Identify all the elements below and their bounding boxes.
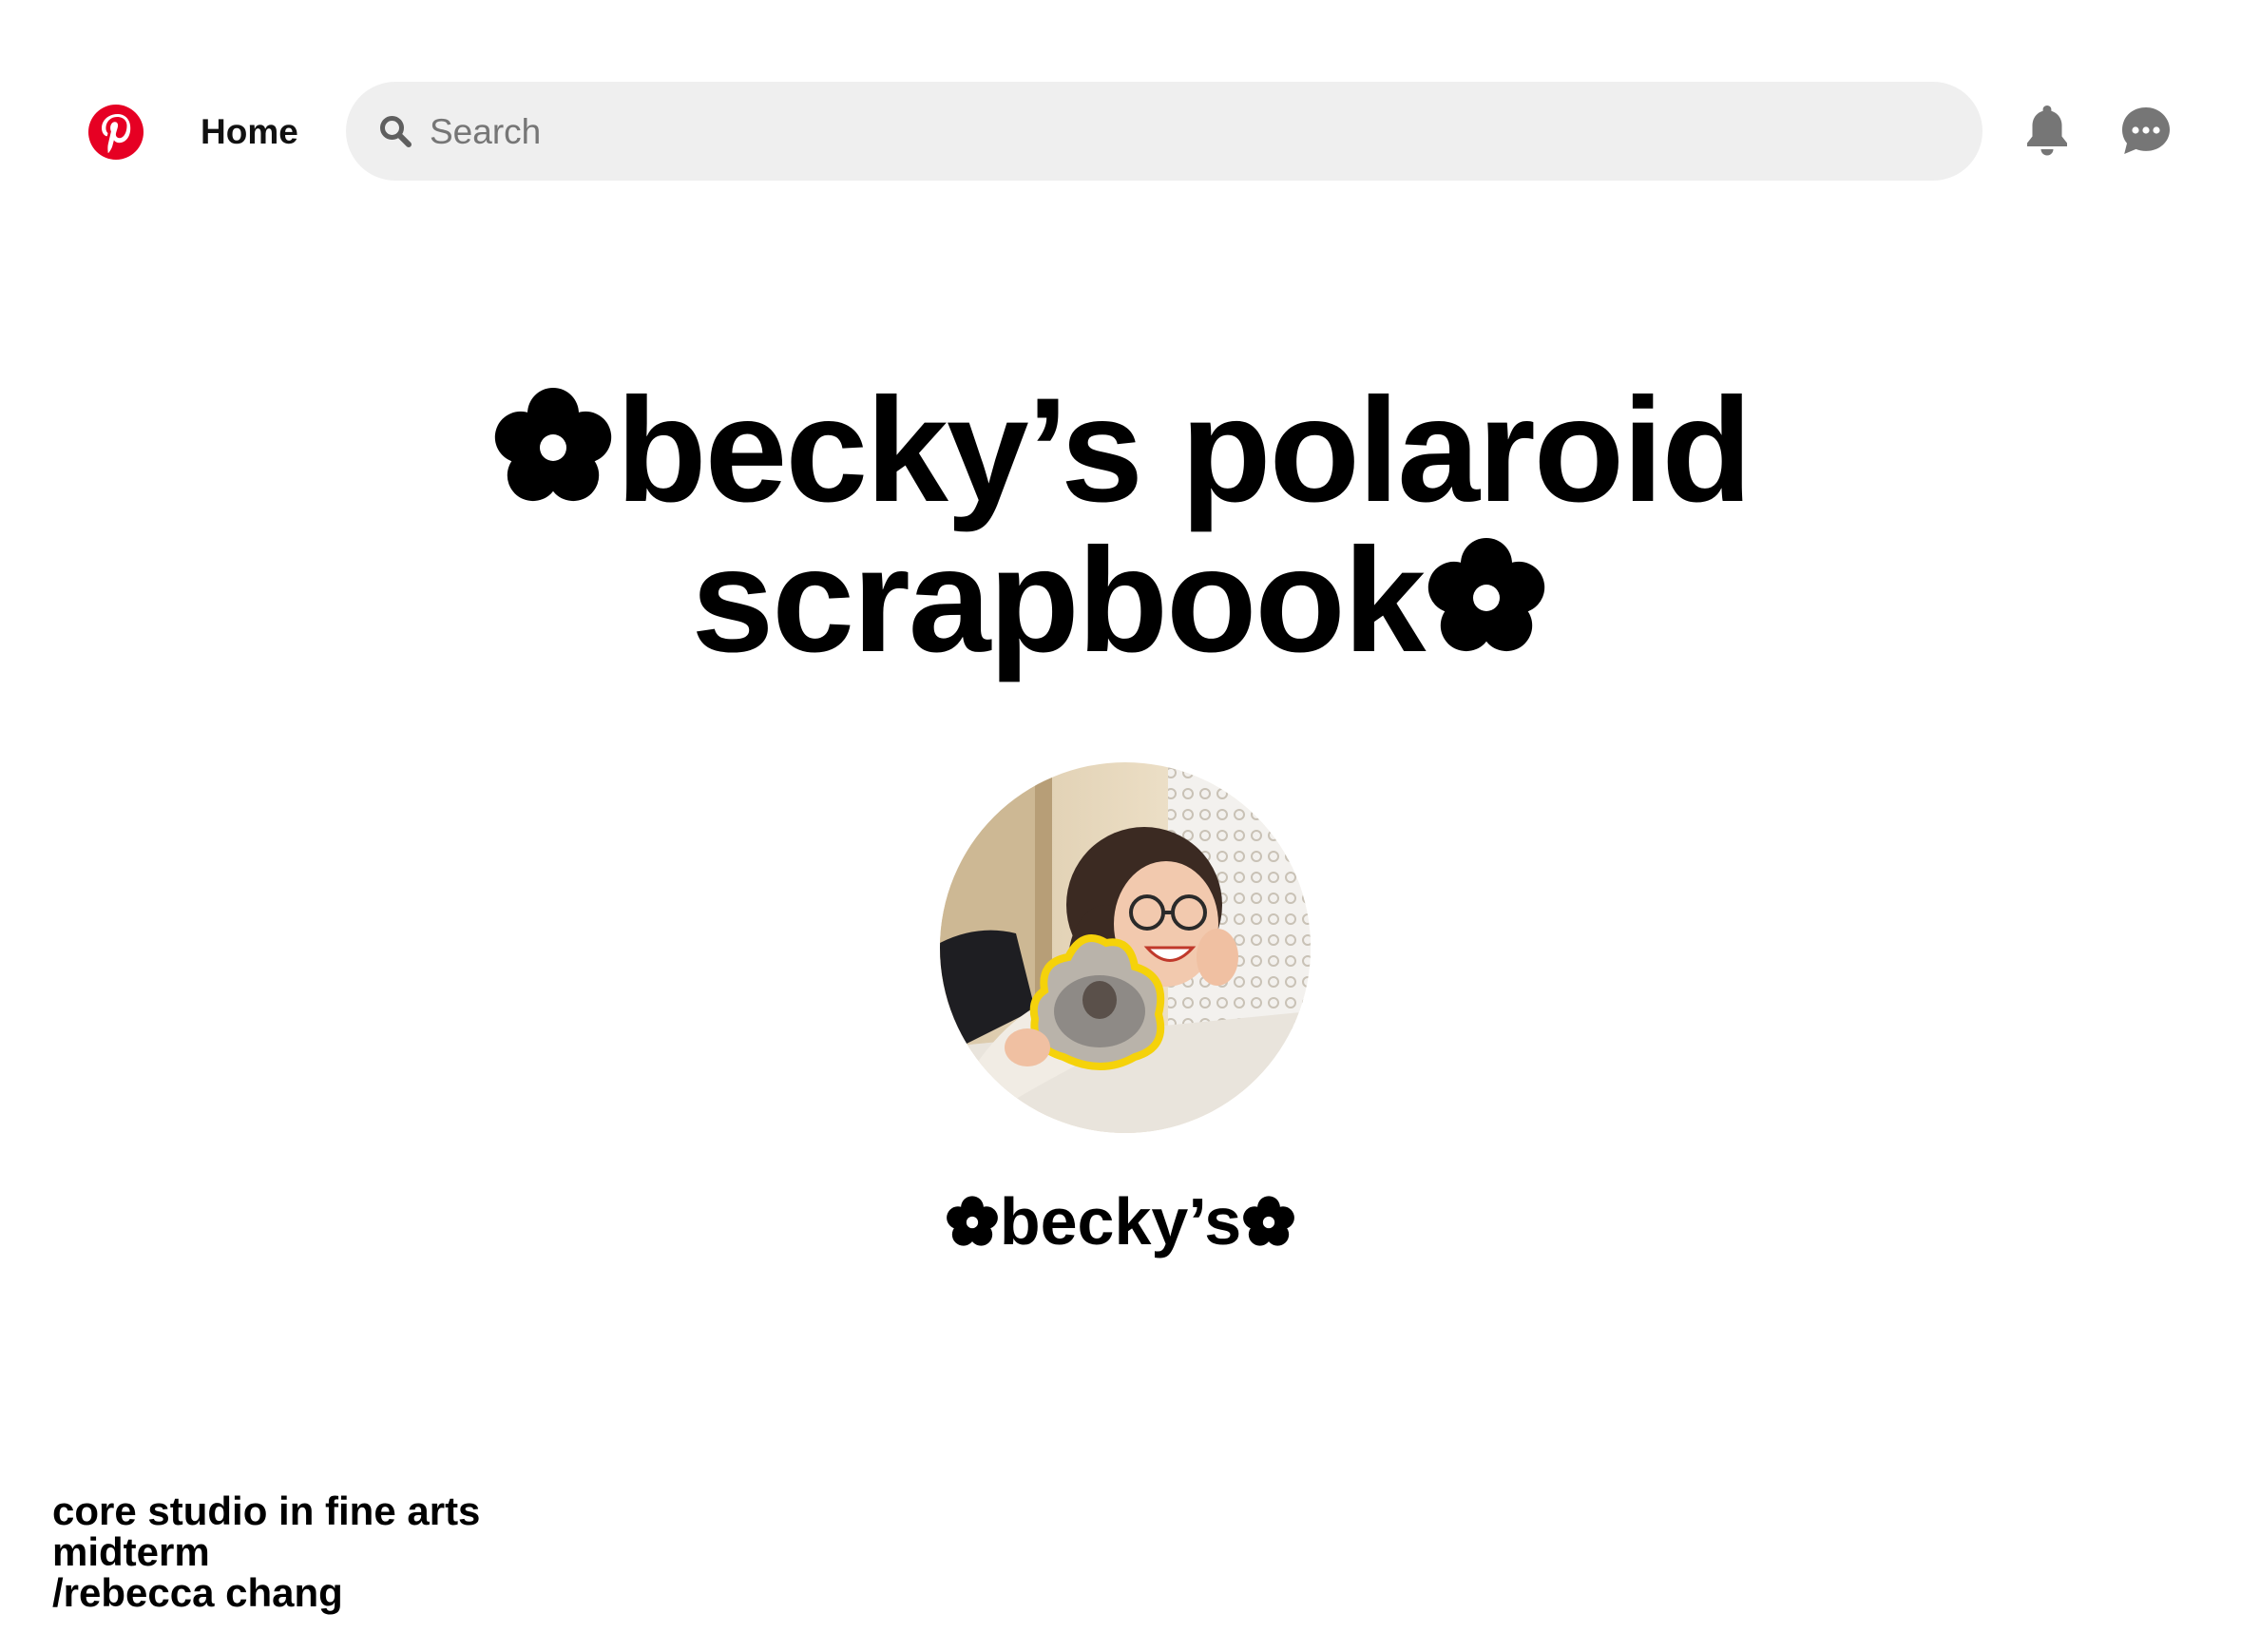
search-input[interactable] xyxy=(428,105,1933,160)
board-title-line-2: scrapbook xyxy=(265,526,1976,676)
pinterest-logo[interactable] xyxy=(88,105,144,160)
search-icon xyxy=(380,116,412,147)
avatar-photo xyxy=(940,762,1311,1133)
top-header: Home xyxy=(0,0,2241,219)
profile-avatar[interactable] xyxy=(940,762,1311,1133)
board-title: becky’s polaroid scrapbook xyxy=(265,375,1976,676)
pinterest-p-icon xyxy=(102,114,131,153)
flower-icon xyxy=(1428,538,1545,652)
credits: core studio in fine arts midterm /rebecc… xyxy=(52,1490,480,1613)
home-link[interactable]: Home xyxy=(201,110,298,154)
flower-icon xyxy=(495,388,612,502)
flower-icon xyxy=(946,1196,998,1246)
search-bar[interactable] xyxy=(346,82,1982,181)
profile-name-text: becky’s xyxy=(999,1184,1242,1258)
board-title-text-2: scrapbook xyxy=(691,518,1427,683)
credits-line-author: /rebecca chang xyxy=(52,1570,343,1615)
flower-icon xyxy=(1243,1196,1295,1246)
board-title-text-1: becky’s polaroid xyxy=(616,368,1752,533)
board-title-line-1: becky’s polaroid xyxy=(265,375,1976,526)
profile-name: becky’s xyxy=(835,1179,1406,1264)
messages-icon[interactable] xyxy=(2119,105,2173,158)
notifications-bell-icon[interactable] xyxy=(2022,103,2072,158)
credits-line-course: core studio in fine arts xyxy=(52,1489,481,1533)
credits-line-assignment: midterm xyxy=(52,1529,210,1574)
